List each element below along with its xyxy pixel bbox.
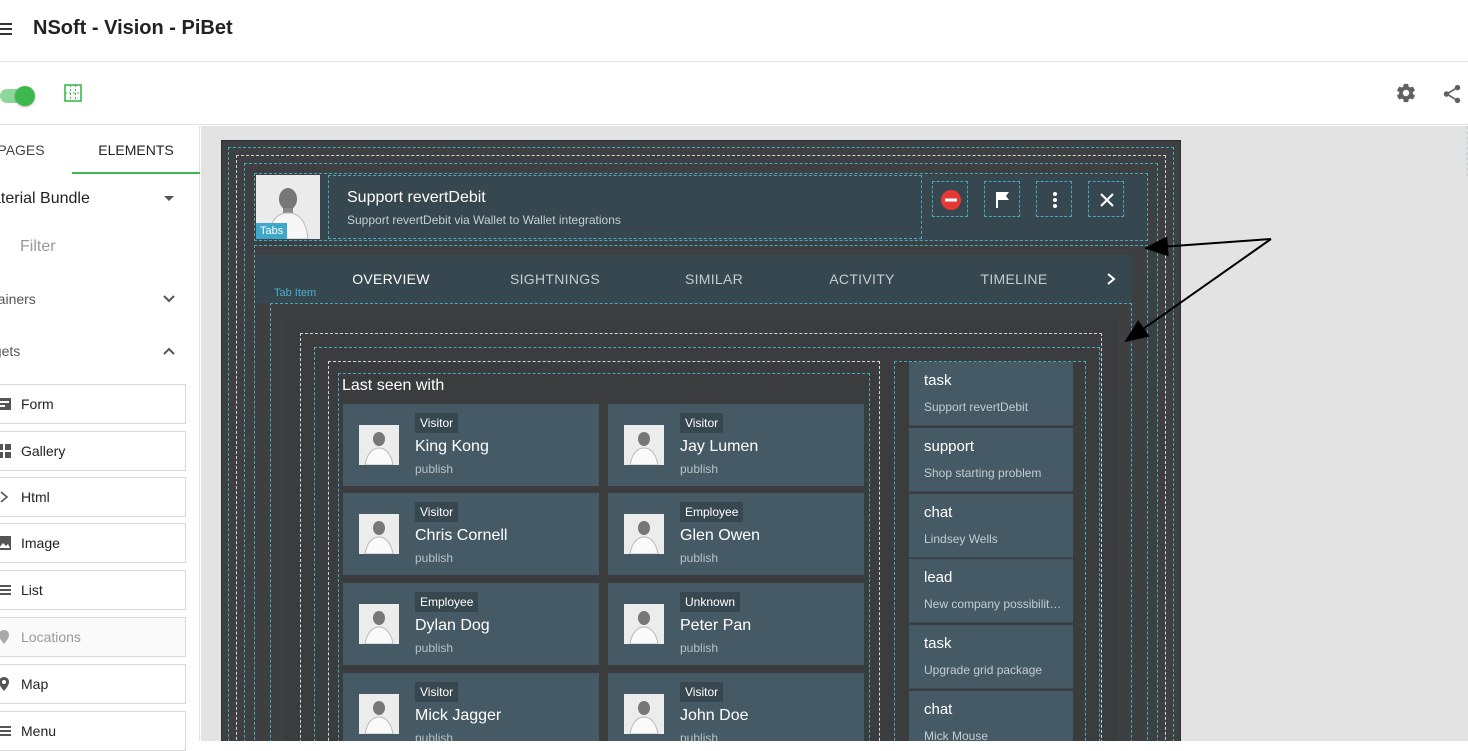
widget-html[interactable]: Html bbox=[0, 477, 186, 517]
html-icon bbox=[0, 491, 9, 503]
app-top-bar: NSoft - Vision - PiBet bbox=[0, 0, 1468, 62]
image-icon bbox=[0, 536, 11, 550]
widget-label: Gallery bbox=[21, 443, 66, 459]
share-icon[interactable] bbox=[1441, 83, 1463, 105]
grid-icon[interactable] bbox=[64, 84, 82, 102]
menu-icon bbox=[0, 726, 11, 736]
widget-label: Menu bbox=[21, 723, 57, 739]
preview-canvas: Tabs Support revertDebit Support revertD… bbox=[201, 126, 1468, 741]
widget-locations[interactable]: Locations bbox=[0, 617, 186, 657]
widget-label: Form bbox=[21, 396, 54, 412]
list-icon bbox=[0, 585, 11, 595]
caret-down-icon bbox=[164, 196, 174, 201]
location-icon bbox=[0, 630, 9, 644]
widget-form[interactable]: Form bbox=[0, 384, 186, 424]
widget-label: Locations bbox=[21, 629, 81, 645]
widget-label: Html bbox=[21, 489, 50, 505]
hamburger-menu-icon[interactable] bbox=[0, 20, 12, 38]
bundle-select[interactable]: aterial Bundle bbox=[0, 182, 192, 218]
section-label: dgets bbox=[0, 343, 21, 359]
tab-pages[interactable]: PAGES bbox=[0, 126, 72, 174]
section-widgets[interactable]: dgets bbox=[0, 336, 186, 366]
tab-elements[interactable]: ELEMENTS bbox=[72, 126, 200, 174]
preview-toggle[interactable] bbox=[0, 86, 35, 106]
toggle-thumb bbox=[15, 86, 35, 106]
gallery-icon bbox=[0, 444, 11, 458]
section-containers[interactable]: ntainers bbox=[0, 284, 186, 314]
elements-panel: PAGES ELEMENTS aterial Bundle ntainers d… bbox=[0, 126, 200, 751]
annotation-arrows bbox=[1124, 236, 1272, 343]
widget-image[interactable]: Image bbox=[0, 523, 186, 563]
form-icon bbox=[0, 398, 11, 410]
chevron-up-icon bbox=[163, 347, 175, 355]
widget-map[interactable]: Map bbox=[0, 664, 186, 704]
filter-input[interactable] bbox=[20, 234, 190, 260]
app-title: NSoft - Vision - PiBet bbox=[33, 17, 233, 39]
section-label: ntainers bbox=[0, 291, 36, 307]
widget-label: Image bbox=[21, 535, 60, 551]
map-icon bbox=[0, 677, 9, 691]
chevron-down-icon bbox=[163, 295, 175, 303]
widget-gallery[interactable]: Gallery bbox=[0, 431, 186, 471]
editor-toolbar bbox=[0, 62, 1468, 125]
widget-list[interactable]: List bbox=[0, 570, 186, 610]
widget-label: List bbox=[21, 582, 43, 598]
gear-icon[interactable] bbox=[1395, 82, 1417, 104]
widget-menu[interactable]: Menu bbox=[0, 711, 186, 751]
widget-label: Map bbox=[21, 676, 49, 692]
bundle-select-value: aterial Bundle bbox=[0, 190, 90, 207]
